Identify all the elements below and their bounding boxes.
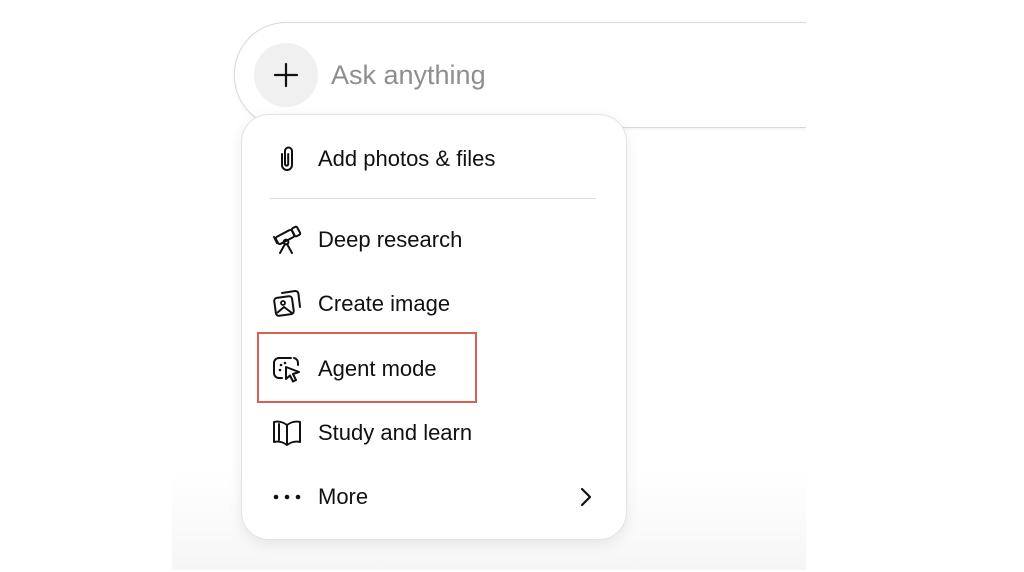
screen-crop-edge — [806, 0, 1024, 572]
menu-item-add-photos-files[interactable]: Add photos & files — [270, 135, 600, 183]
attach-plus-button[interactable] — [254, 43, 318, 107]
menu-item-label: Add photos & files — [318, 146, 496, 171]
menu-item-create-image[interactable]: Create image — [270, 280, 600, 328]
plus-icon — [273, 62, 299, 88]
paperclip-icon — [270, 142, 304, 176]
chevron-right-icon — [572, 483, 600, 511]
menu-item-study-and-learn[interactable]: Study and learn — [270, 409, 600, 457]
agent-cursor-icon — [270, 352, 304, 386]
menu-item-deep-research[interactable]: Deep research — [270, 216, 600, 264]
menu-item-agent-mode[interactable]: Agent mode — [270, 345, 600, 393]
more-dots-icon — [270, 480, 304, 514]
menu-item-more[interactable]: More — [270, 473, 600, 521]
menu-item-label: More — [318, 484, 369, 509]
plus-menu: Add photos & files Deep research Create … — [241, 114, 627, 540]
menu-item-label: Create image — [318, 291, 451, 316]
telescope-icon — [270, 223, 304, 257]
image-icon — [270, 287, 304, 321]
menu-item-label: Deep research — [318, 227, 463, 252]
screen: Add photos & files Deep research — [0, 0, 1024, 572]
menu-item-label: Agent mode — [318, 356, 437, 381]
ask-anything-input[interactable] — [331, 52, 791, 98]
menu-divider — [270, 198, 596, 199]
book-icon — [270, 416, 304, 450]
menu-item-label: Study and learn — [318, 420, 473, 445]
